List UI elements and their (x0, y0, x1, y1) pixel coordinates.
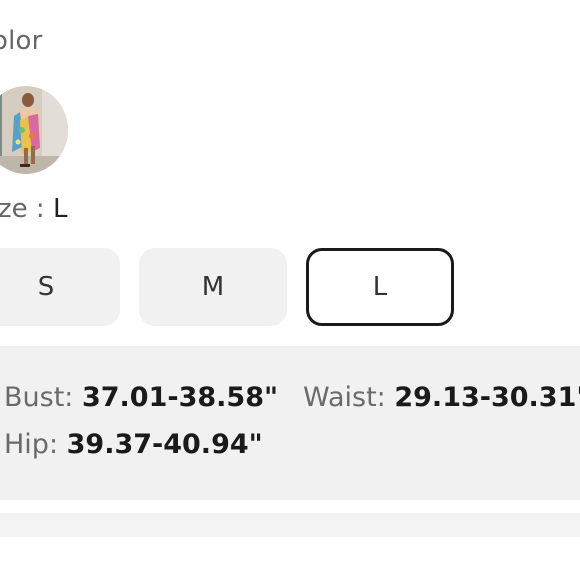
size-option-label: S (37, 272, 55, 302)
waist-label: Waist: (303, 382, 395, 413)
hip-value: 39.37-40.94" (66, 429, 263, 460)
color-swatch-floral-dress[interactable] (0, 86, 68, 174)
hip-label: Hip: (4, 429, 67, 460)
bust-value: 37.01-38.58" (81, 382, 279, 413)
size-option-s[interactable]: S (0, 248, 120, 326)
size-option-m[interactable]: M (139, 248, 287, 326)
product-options-panel: olor (0, 0, 580, 580)
size-option-l-selected[interactable]: L (306, 248, 454, 326)
bust-label: Bust: (4, 382, 82, 413)
size-option-label: L (372, 272, 388, 302)
color-label: olor (0, 26, 43, 56)
selected-size-value: L (52, 194, 68, 224)
swatch-image (0, 86, 68, 174)
size-option-label: M (201, 272, 225, 302)
size-measurements-panel: Bust: 37.01-38.58" Waist: 29.13-30.31" H… (0, 346, 580, 500)
size-label: ze : L (0, 194, 67, 224)
waist-value: 29.13-30.31" (394, 382, 580, 413)
bust-measurement: Bust: 37.01-38.58" (4, 382, 278, 413)
hip-measurement: Hip: 39.37-40.94" (4, 429, 263, 460)
bottom-section-divider (0, 513, 580, 537)
size-label-text: ze : (0, 194, 53, 224)
waist-measurement: Waist: 29.13-30.31" (303, 382, 580, 413)
